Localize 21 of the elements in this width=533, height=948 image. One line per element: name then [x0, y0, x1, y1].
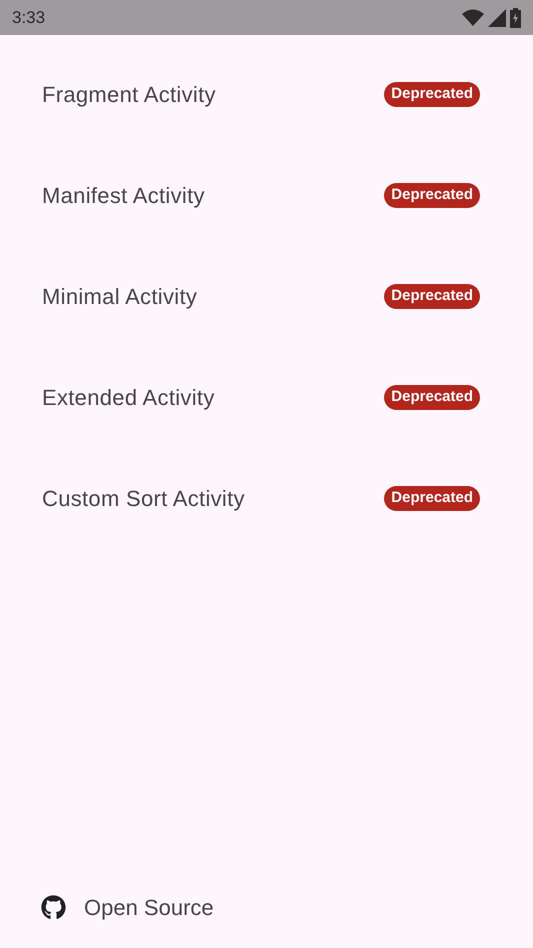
list-item[interactable]: Custom Sort Activity Deprecated [0, 448, 533, 549]
battery-icon [510, 8, 521, 28]
open-source-link[interactable]: Open Source [0, 887, 533, 927]
list-item[interactable]: Manifest Activity Deprecated [0, 145, 533, 246]
item-title: Fragment Activity [42, 81, 216, 109]
deprecated-label: Deprecated [384, 385, 480, 410]
signal-icon [488, 8, 506, 26]
item-title: Manifest Activity [42, 182, 205, 210]
list-item[interactable]: Fragment Activity Deprecated [0, 44, 533, 145]
deprecated-label: Deprecated [384, 183, 480, 208]
deprecated-label: Deprecated [384, 486, 480, 511]
status-time: 3:33 [12, 6, 46, 29]
deprecated-label: Deprecated [384, 82, 480, 107]
deprecated-label: Deprecated [384, 284, 480, 309]
github-icon [41, 894, 66, 920]
list-item[interactable]: Extended Activity Deprecated [0, 347, 533, 448]
wifi-icon [462, 8, 484, 26]
list-item[interactable]: Minimal Activity Deprecated [0, 246, 533, 347]
item-title: Custom Sort Activity [42, 485, 245, 513]
item-title: Extended Activity [42, 384, 215, 412]
item-title: Minimal Activity [42, 283, 198, 311]
